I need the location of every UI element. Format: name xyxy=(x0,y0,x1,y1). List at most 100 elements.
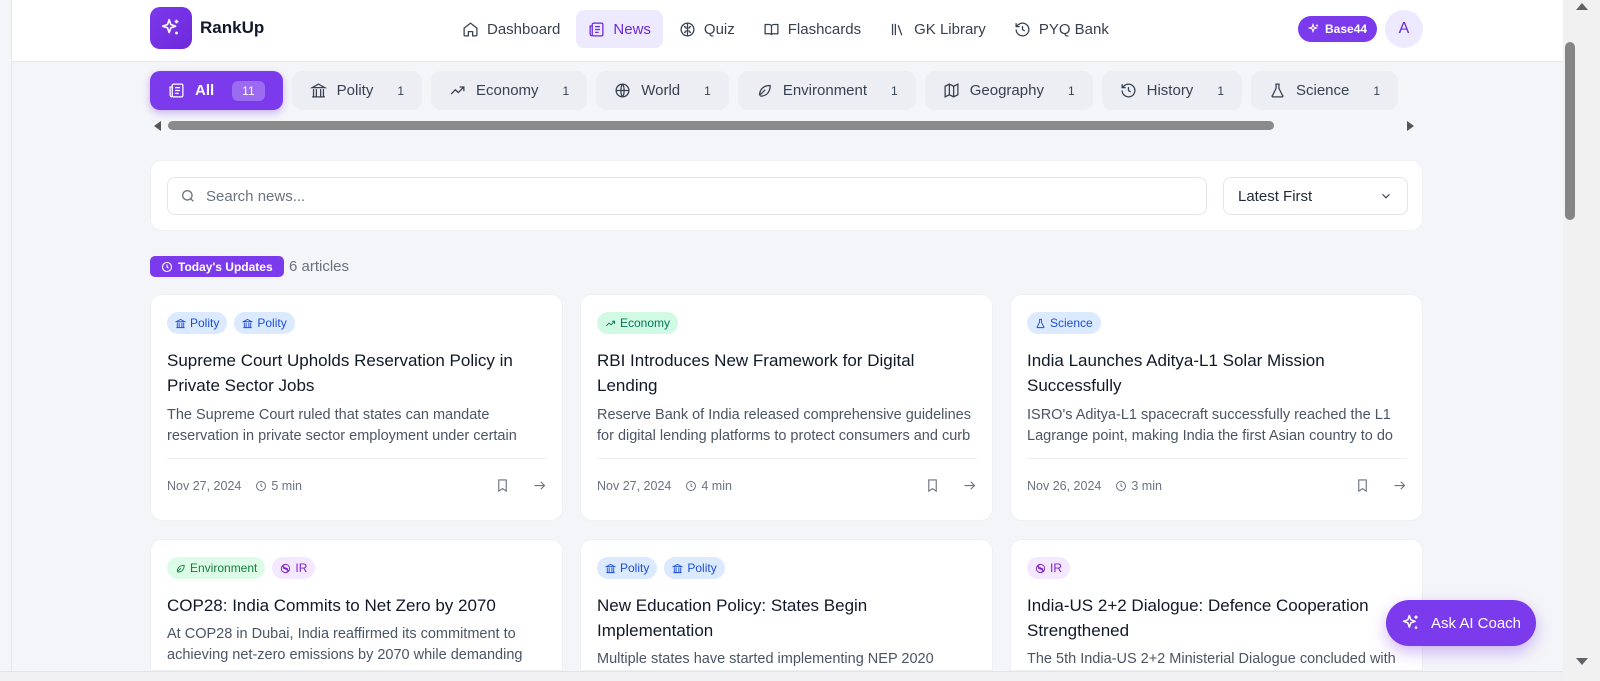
ask-ai-coach-button[interactable]: Ask AI Coach xyxy=(1386,600,1536,646)
sort-value: Latest First xyxy=(1238,187,1313,205)
category-scrollbar[interactable] xyxy=(150,119,1418,133)
tag-label: Polity xyxy=(687,561,717,575)
flask-icon xyxy=(1271,83,1284,98)
nav-label: Quiz xyxy=(703,20,735,38)
bookmark-icon[interactable] xyxy=(1355,478,1370,493)
tag-label: Polity xyxy=(257,316,287,330)
card-title[interactable]: India Launches Aditya-L1 Solar Mission S… xyxy=(1027,348,1407,398)
news-card[interactable]: Science India Launches Aditya-L1 Solar M… xyxy=(1010,294,1423,521)
card-divider xyxy=(597,458,977,459)
tag-environment[interactable]: Environment xyxy=(167,557,266,579)
news-card[interactable]: Economy RBI Introduces New Framework for… xyxy=(580,294,993,521)
base44-badge[interactable]: Base44 xyxy=(1298,16,1378,42)
card-divider xyxy=(167,458,547,459)
read-time-label: 5 min xyxy=(271,478,302,493)
tag-polity[interactable]: Polity xyxy=(234,312,295,334)
card-title[interactable]: Supreme Court Upholds Reservation Policy… xyxy=(167,348,547,398)
category-chip-geography[interactable]: Geography 1 xyxy=(924,71,1093,110)
chip-count: 1 xyxy=(562,83,570,98)
tag-ir[interactable]: IR xyxy=(1027,557,1070,579)
newspaper-icon xyxy=(169,83,184,98)
chip-label: Polity xyxy=(336,82,374,99)
bookmark-icon[interactable] xyxy=(925,478,940,493)
arrow-right-icon[interactable] xyxy=(532,478,547,493)
clock-icon xyxy=(161,261,173,272)
scroll-up-arrow[interactable] xyxy=(1576,3,1588,10)
nav-label: GK Library xyxy=(914,20,986,38)
tag-polity[interactable]: Polity xyxy=(167,312,228,334)
arrow-right-icon[interactable] xyxy=(1392,478,1407,493)
map-icon xyxy=(944,83,959,98)
chevron-down-icon xyxy=(1382,193,1390,199)
history-icon xyxy=(1121,83,1136,98)
news-card[interactable]: Polity Polity Supreme Court Upholds Rese… xyxy=(150,294,563,521)
category-chip-world[interactable]: World 1 xyxy=(596,71,729,110)
tag-economy[interactable]: Economy xyxy=(597,312,679,334)
tag-label: Economy xyxy=(620,316,671,330)
card-title[interactable]: India-US 2+2 Dialogue: Defence Cooperati… xyxy=(1027,593,1407,643)
card-actions xyxy=(1355,478,1407,493)
chip-label: Science xyxy=(1296,82,1350,99)
card-title[interactable]: RBI Introduces New Framework for Digital… xyxy=(597,348,977,398)
badge-label: Today's Updates xyxy=(178,259,273,274)
scroll-down-arrow[interactable] xyxy=(1576,658,1588,665)
arrow-right-icon[interactable] xyxy=(962,478,977,493)
card-title[interactable]: COP28: India Commits to Net Zero by 2070 xyxy=(167,593,547,618)
nav-item-pyq-bank[interactable]: PYQ Bank xyxy=(1002,10,1121,48)
scroll-right-arrow[interactable] xyxy=(1407,121,1414,131)
nav-item-dashboard[interactable]: Dashboard xyxy=(450,10,572,48)
scrollbar-thumb[interactable] xyxy=(168,121,1274,130)
category-chip-economy[interactable]: Economy 1 xyxy=(431,71,588,110)
tag-ir[interactable]: IR xyxy=(272,557,316,579)
category-chip-all[interactable]: All 11 xyxy=(150,71,283,110)
card-footer: Nov 26, 2024 3 min xyxy=(1027,478,1407,493)
category-chip-polity[interactable]: Polity 1 xyxy=(291,71,423,110)
nav-item-quiz[interactable]: Quiz xyxy=(667,10,747,48)
app-logo[interactable] xyxy=(150,7,192,49)
card-date: Nov 27, 2024 xyxy=(167,478,242,493)
chip-label: Economy xyxy=(476,82,539,99)
category-chip-science[interactable]: Science 1 xyxy=(1251,71,1399,110)
tag-polity[interactable]: Polity xyxy=(664,557,725,579)
nav-item-gk-library[interactable]: GK Library xyxy=(877,10,998,48)
chip-count: 1 xyxy=(1373,83,1381,98)
chip-count: 1 xyxy=(891,83,898,98)
chip-label: World xyxy=(641,82,681,99)
chip-count: 1 xyxy=(1217,83,1224,98)
tag-list: Environment IR xyxy=(167,557,316,579)
tag-polity[interactable]: Polity xyxy=(597,557,658,579)
card-summary: Reserve Bank of India released comprehen… xyxy=(597,407,971,444)
read-time-label: 4 min xyxy=(701,478,732,493)
search-input[interactable] xyxy=(206,187,1186,205)
landmark-icon xyxy=(672,563,684,573)
user-avatar[interactable]: A xyxy=(1385,10,1423,48)
category-chip-history[interactable]: History 1 xyxy=(1101,71,1242,110)
history-icon xyxy=(1015,22,1030,37)
category-chip-environment[interactable]: Environment 1 xyxy=(737,71,916,110)
nav-item-news[interactable]: News xyxy=(576,10,663,48)
read-time-label: 3 min xyxy=(1131,478,1162,493)
leaf-icon xyxy=(176,564,185,573)
book-open-icon xyxy=(764,23,779,35)
card-title[interactable]: New Education Policy: States Begin Imple… xyxy=(597,593,977,643)
bookmark-icon[interactable] xyxy=(495,478,510,493)
card-date: Nov 26, 2024 xyxy=(1027,478,1102,493)
chip-label: History xyxy=(1146,82,1194,99)
tag-list: Science xyxy=(1027,312,1101,334)
page-scrollbar-thumb[interactable] xyxy=(1565,42,1575,220)
news-card[interactable]: Environment IR COP28: India Commits to N… xyxy=(150,539,563,671)
news-card[interactable]: IR India-US 2+2 Dialogue: Defence Cooper… xyxy=(1010,539,1423,671)
card-summary: The 5th India-US 2+2 Ministerial Dialogu… xyxy=(1027,651,1396,667)
trending-up-icon xyxy=(450,86,465,95)
search-field[interactable] xyxy=(167,177,1207,215)
library-icon xyxy=(892,23,903,35)
sort-select[interactable]: Latest First xyxy=(1223,177,1408,215)
nav-item-flashcards[interactable]: Flashcards xyxy=(751,10,873,48)
card-summary: Multiple states have started implementin… xyxy=(597,651,934,667)
news-card[interactable]: Polity Polity New Education Policy: Stat… xyxy=(580,539,993,671)
trending-up-icon xyxy=(606,320,616,326)
read-time: 5 min xyxy=(255,479,302,493)
tag-science[interactable]: Science xyxy=(1027,312,1101,334)
chip-count: 11 xyxy=(232,80,265,101)
scroll-left-arrow[interactable] xyxy=(154,121,161,131)
